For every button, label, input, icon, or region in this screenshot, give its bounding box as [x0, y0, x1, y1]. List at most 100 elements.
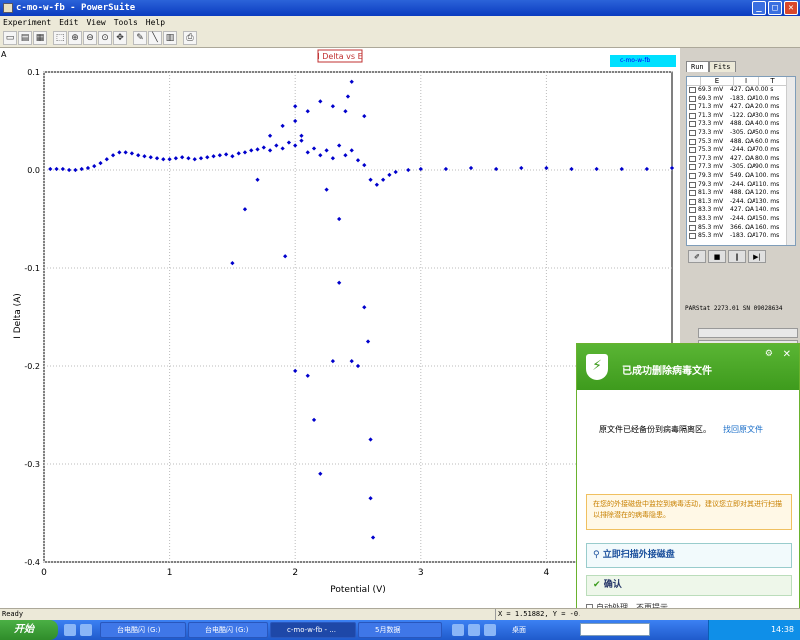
col-t[interactable]: T [759, 77, 787, 85]
close-icon[interactable]: ✕ [783, 349, 791, 360]
save-icon[interactable]: ▦ [33, 31, 47, 45]
pen-icon[interactable]: ✎ [133, 31, 147, 45]
run-table-row[interactable]: 81.3 mV -244. ΩA 130. ms [687, 198, 795, 207]
run-table-row[interactable]: 71.3 mV -122. ΩA 30.0 ms [687, 112, 795, 121]
zoom-all-icon[interactable]: ⊙ [98, 31, 112, 45]
row-checkbox[interactable] [689, 87, 696, 93]
run-table-row[interactable]: 83.3 mV 427. ΩA 140. ms [687, 206, 795, 215]
start-button[interactable]: 开始 [0, 620, 58, 640]
desktop-toolbar-label[interactable]: 桌面 [512, 622, 526, 638]
row-checkbox[interactable] [689, 190, 696, 197]
run-table-row[interactable]: 75.3 mV -244. ΩA 70.0 ms [687, 146, 795, 155]
tray-app-icon[interactable] [452, 624, 464, 636]
move-icon[interactable]: ✥ [113, 31, 127, 45]
run-table-scrollbar[interactable] [786, 77, 795, 245]
pause-icon[interactable]: ‖ [728, 250, 746, 263]
zoom-in-icon[interactable]: ⊕ [68, 31, 82, 45]
run-table-cell: 83.3 mV [698, 206, 724, 214]
confirm-button[interactable]: ✔ 确认 [586, 575, 792, 596]
chart-icon[interactable]: ▥ [163, 31, 177, 45]
row-checkbox[interactable] [689, 147, 696, 154]
popup-warning: 在您的外接磁盘中监控到病毒活动，建议您立即对其进行扫描以排除潜在的病毒隐患。 [586, 494, 792, 530]
task-drive-1[interactable]: 台电酷闪 (G:) [100, 622, 186, 638]
run-table-row[interactable]: 77.3 mV 427. ΩA 80.0 ms [687, 155, 795, 164]
skip-icon[interactable]: ▶| [748, 250, 766, 263]
open-icon[interactable]: ▤ [18, 31, 32, 45]
scan-disk-button[interactable]: ⚲ 立即扫描外接磁盘 [586, 543, 792, 568]
scan-disk-label: 立即扫描外接磁盘 [602, 550, 675, 560]
folder-icon[interactable] [80, 624, 92, 636]
row-checkbox[interactable] [689, 172, 696, 179]
task-drive-2[interactable]: 台电酷闪 (G:) [188, 622, 268, 638]
run-table-cell: 488. ΩA [730, 137, 754, 145]
menu-help[interactable]: Help [146, 16, 165, 29]
task-data-folder[interactable]: 5月数据 [358, 622, 442, 638]
row-checkbox[interactable] [689, 138, 696, 145]
run-table-row[interactable]: 69.3 mV 427. ΩA 0.00 s [687, 86, 795, 95]
col-i[interactable]: I [734, 77, 759, 85]
y-tick-label: -0.2 [24, 362, 40, 371]
zoom-out-icon[interactable]: ⊖ [83, 31, 97, 45]
run-table-row[interactable]: 69.3 mV -183. ΩA 10.0 ms [687, 95, 795, 104]
run-table-row[interactable]: 73.3 mV 488. ΩA 40.0 ms [687, 120, 795, 129]
media-icon[interactable] [468, 624, 480, 636]
run-table-cell: 366. ΩA [730, 223, 754, 231]
run-table-row[interactable]: 85.3 mV -183. ΩA 170. ms [687, 232, 795, 241]
run-table-row[interactable]: 79.3 mV -244. ΩA 110. ms [687, 181, 795, 190]
run-table-row[interactable]: 79.3 mV 549. ΩA 100. ms [687, 172, 795, 181]
row-checkbox[interactable] [689, 95, 696, 102]
run-table-row[interactable]: 81.3 mV 488. ΩA 120. ms [687, 189, 795, 198]
minimize-button[interactable]: _ [752, 1, 766, 15]
tab-run[interactable]: Run [686, 61, 709, 72]
row-checkbox[interactable] [689, 155, 696, 162]
menu-tools[interactable]: Tools [114, 16, 138, 29]
row-checkbox[interactable] [689, 121, 696, 128]
address-input[interactable] [580, 623, 650, 636]
row-checkbox[interactable] [689, 224, 696, 231]
menu-edit[interactable]: Edit [59, 16, 78, 29]
row-checkbox[interactable] [689, 164, 696, 171]
run-table-cell: 85.3 mV [698, 223, 724, 231]
row-checkbox[interactable] [689, 198, 696, 205]
ie-icon[interactable] [64, 624, 76, 636]
taskbar: 开始 台电酷闪 (G:) 台电酷闪 (G:) c-mo-w-fb - ... 5… [0, 620, 800, 640]
menu-experiment[interactable]: Experiment [3, 16, 51, 29]
col-e[interactable]: E [701, 77, 734, 85]
row-checkbox[interactable] [689, 181, 696, 188]
run-table-cell: 83.3 mV [698, 214, 724, 222]
run-table-row[interactable]: 77.3 mV -305. ΩA 90.0 ms [687, 163, 795, 172]
popup-header: ⚡ 已成功删除病毒文件 ⚙ ✕ [577, 344, 799, 390]
y-tick-label: -0.1 [24, 264, 40, 273]
stop-icon[interactable]: ■ [708, 250, 726, 263]
run-table-row[interactable]: 71.3 mV 427. ΩA 20.0 ms [687, 103, 795, 112]
select-icon[interactable]: ⬚ [53, 31, 67, 45]
gear-icon[interactable]: ⚙ [765, 349, 773, 359]
row-checkbox[interactable] [689, 233, 696, 240]
export-icon[interactable]: ⎙ [183, 31, 197, 45]
current-gauge [698, 328, 798, 338]
run-table-row[interactable]: 75.3 mV 488. ΩA 60.0 ms [687, 138, 795, 147]
row-checkbox[interactable] [689, 129, 696, 136]
task-powersuite[interactable]: c-mo-w-fb - ... [270, 622, 356, 638]
row-checkbox[interactable] [689, 215, 696, 222]
menu-view[interactable]: View [86, 16, 105, 29]
run-table-row[interactable]: 85.3 mV 366. ΩA 160. ms [687, 224, 795, 233]
tab-fits[interactable]: Fits [708, 61, 736, 72]
line-icon[interactable]: ╲ [148, 31, 162, 45]
eraser-icon[interactable]: ✐ [688, 250, 706, 263]
row-checkbox[interactable] [689, 112, 696, 119]
row-checkbox[interactable] [689, 104, 696, 111]
new-icon[interactable]: ▭ [3, 31, 17, 45]
qq-icon[interactable] [484, 624, 496, 636]
maximize-button[interactable]: □ [768, 1, 782, 15]
restore-file-link[interactable]: 找回原文件 [723, 424, 763, 435]
close-button[interactable]: ✕ [784, 1, 798, 15]
x-tick-label: 1 [167, 568, 173, 578]
run-table-cell: 140. ms [755, 206, 780, 214]
side-tabs: Run Fits [686, 61, 736, 72]
run-table-cell: -244. ΩA [730, 197, 755, 205]
run-table-row[interactable]: 73.3 mV -305. ΩA 50.0 ms [687, 129, 795, 138]
row-checkbox[interactable] [689, 207, 696, 214]
run-table-row[interactable]: 83.3 mV -244. ΩA 150. ms [687, 215, 795, 224]
run-table-cell: 130. ms [755, 197, 780, 205]
